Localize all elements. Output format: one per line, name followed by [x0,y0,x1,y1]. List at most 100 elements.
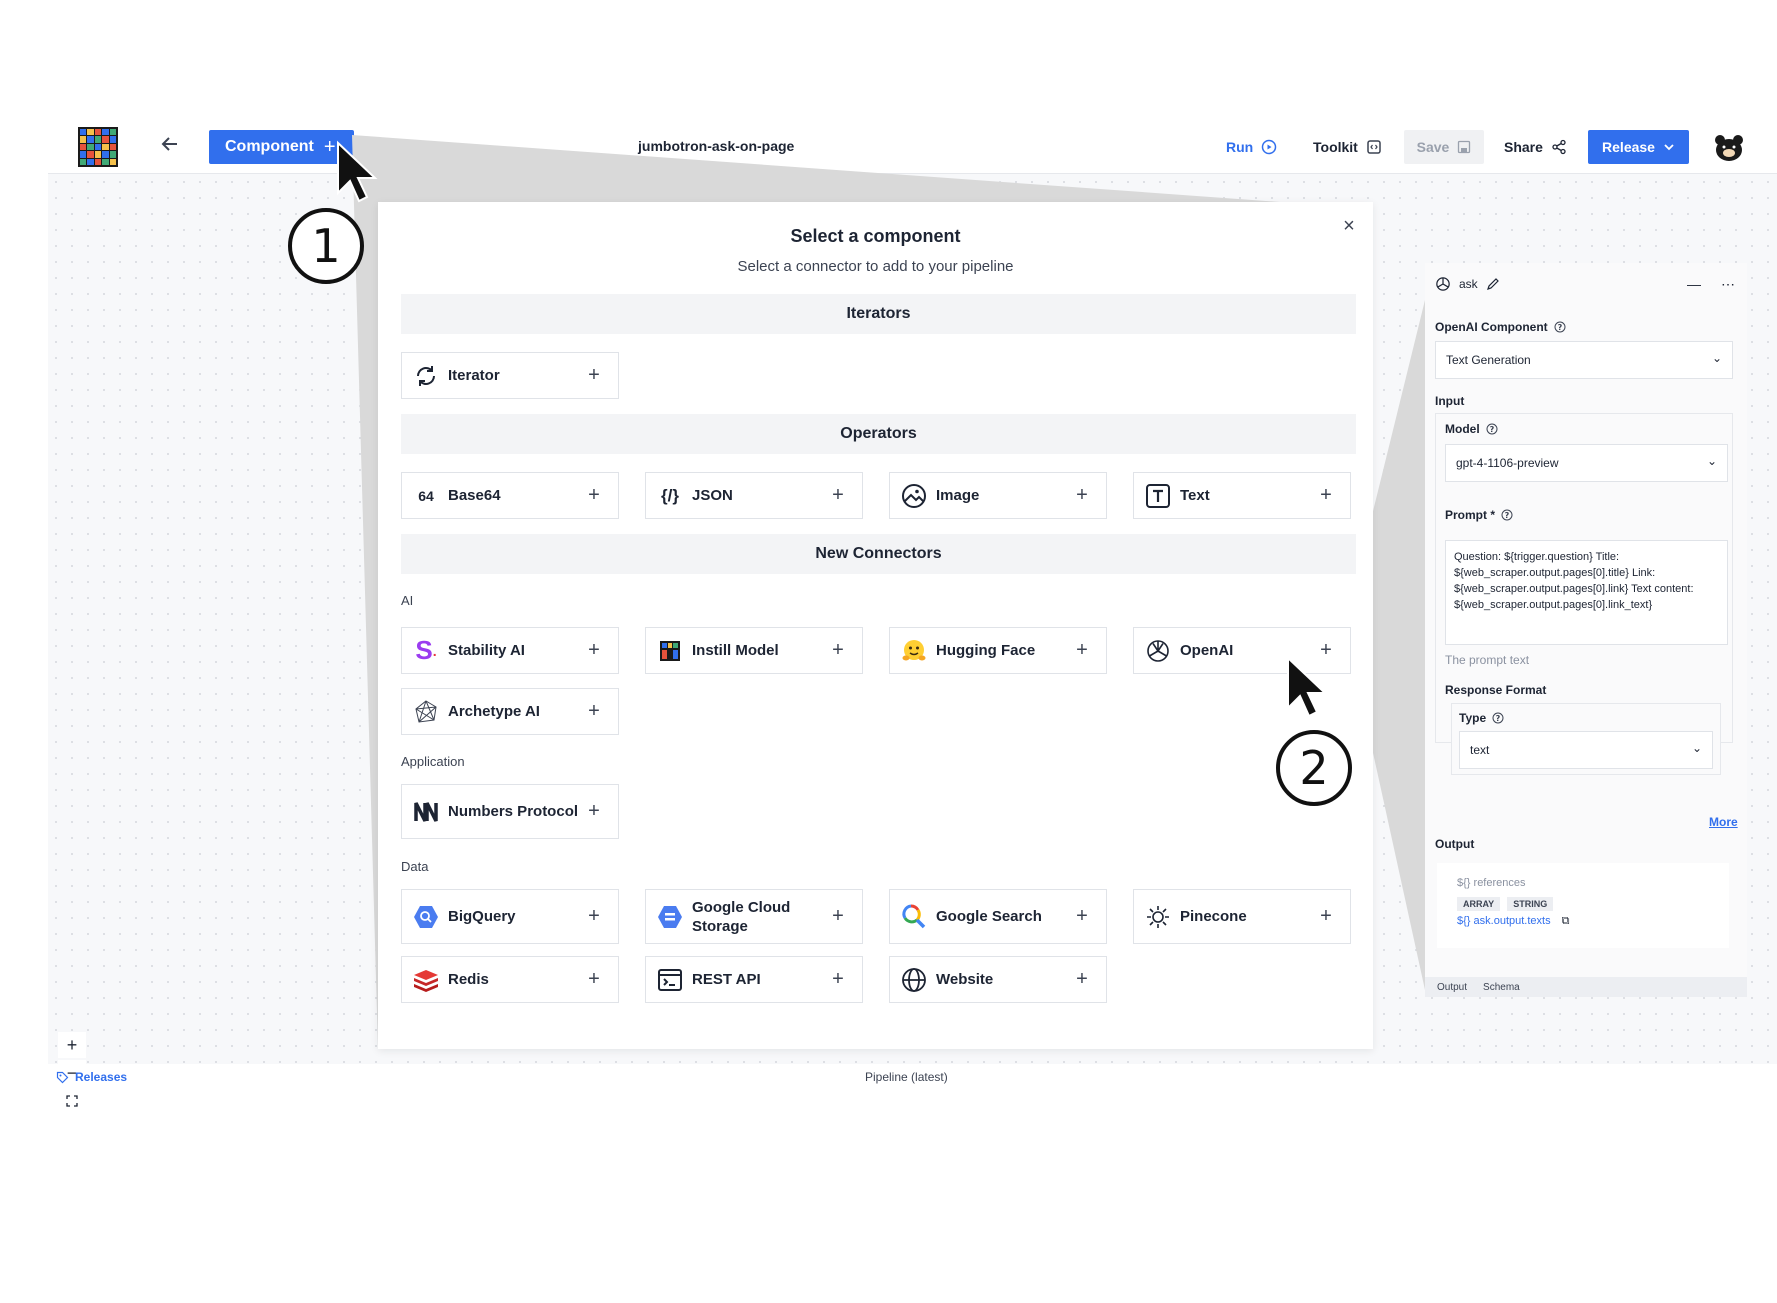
variable-icon: ${} [1457,915,1471,927]
help-icon: ? [1501,509,1513,521]
component-card-rest-api[interactable]: REST API + [645,956,863,1003]
card-label: Numbers Protocol [448,803,579,820]
card-label: Iterator [448,367,500,384]
group-label-ai: AI [401,593,414,608]
hugging-face-icon [900,637,928,665]
google-search-icon [900,903,928,931]
component-card-json[interactable]: {/} JSON + [645,472,863,519]
redis-icon [412,966,440,994]
image-icon [900,482,928,510]
stability-ai-icon: S. [415,635,437,665]
card-label: Image [936,487,980,504]
dialog-subtitle: Select a connector to add to your pipeli… [737,258,1014,275]
base64-icon: 64 [418,487,434,504]
globe-icon [900,966,928,994]
component-card-image[interactable]: Image + [889,472,1107,519]
component-card-text[interactable]: Text + [1133,472,1351,519]
svg-text:?: ? [1489,425,1494,434]
group-label-application: Application [401,754,465,769]
component-card-archetype-ai[interactable]: Archetype AI + [401,688,619,735]
component-card-bigquery[interactable]: BigQuery + [401,889,619,944]
help-icon: ? [1554,321,1566,333]
openai-icon [1436,277,1450,291]
tag-string: STRING [1507,897,1554,911]
card-label: Instill Model [692,642,779,659]
plus-icon: + [1320,905,1332,927]
instill-model-icon [656,637,684,665]
card-label: Redis [448,971,489,988]
prompt-hint: The prompt text [1445,653,1530,667]
type-label: Type ? [1459,711,1504,725]
tab-output[interactable]: Output [1437,982,1467,993]
model-label-text: Model [1445,422,1480,436]
component-card-pinecone[interactable]: Pinecone + [1133,889,1351,944]
card-label: Base64 [448,487,501,504]
plus-icon: + [588,800,600,822]
plus-icon: + [588,700,600,722]
tag-array: ARRAY [1457,897,1501,911]
card-label: BigQuery [448,908,516,925]
section-operators: Operators [401,414,1356,454]
component-card-website[interactable]: Website + [889,956,1107,1003]
component-card-hugging-face[interactable]: Hugging Face + [889,627,1107,674]
section-new-connectors: New Connectors [401,534,1356,574]
references-row: ${} references [1457,877,1709,889]
plus-icon: + [588,364,600,386]
close-icon[interactable]: × [1339,216,1359,236]
minimize-icon[interactable]: — [1687,276,1701,292]
pinecone-icon [1144,903,1172,931]
response-format-label: Response Format [1445,683,1547,697]
component-card-instill-model[interactable]: Instill Model + [645,627,863,674]
component-card-stability-ai[interactable]: S. Stability AI + [401,627,619,674]
plus-icon: + [1320,484,1332,506]
component-card-numbers-protocol[interactable]: Numbers Protocol + [401,784,619,839]
component-card-redis[interactable]: Redis + [401,956,619,1003]
group-label-data: Data [401,859,429,874]
card-label: Stability AI [448,642,525,659]
plus-icon: + [832,484,844,506]
plus-icon: + [1076,639,1088,661]
bigquery-icon [412,903,440,931]
google-cloud-storage-icon [656,903,684,931]
output-reference[interactable]: ${} ask.output.texts ⧉ [1457,915,1709,928]
prompt-textarea[interactable]: Question: ${trigger.question} Title: ${w… [1445,540,1728,645]
more-options-icon[interactable]: ⋯ [1721,276,1735,293]
model-select[interactable]: gpt-4-1106-preview ⌄ [1445,444,1728,482]
pencil-icon[interactable] [1486,277,1500,291]
dialog-title: Select a component [790,226,961,246]
section-iterators: Iterators [401,294,1356,334]
output-card: ${} references ARRAY STRING ${} ask.outp… [1437,863,1729,948]
component-card-iterator[interactable]: Iterator + [401,352,619,399]
terminal-icon [656,966,684,994]
help-icon: ? [1486,423,1498,435]
cursor-icon [1287,655,1328,718]
prompt-label: Prompt * ? [1445,508,1513,522]
component-card-google-cloud-storage[interactable]: Google Cloud Storage + [645,889,863,944]
plus-icon: + [588,905,600,927]
braces-icon: {/} [661,485,679,505]
more-link[interactable]: More [1709,815,1738,829]
type-label-text: Type [1459,711,1487,725]
numbers-protocol-icon [412,798,440,826]
plus-icon: + [1076,968,1088,990]
openai-icon [1144,637,1172,665]
component-label-text: OpenAI Component [1435,320,1548,334]
component-select[interactable]: Text Generation ⌄ [1435,341,1733,379]
copy-icon[interactable]: ⧉ [1562,915,1570,927]
tab-schema[interactable]: Schema [1483,982,1520,993]
model-label: Model ? [1445,422,1498,436]
component-card-base64[interactable]: 64 Base64 + [401,472,619,519]
component-card-google-search[interactable]: Google Search + [889,889,1107,944]
step-marker-one: 1 [288,208,364,284]
archetype-ai-icon [412,698,440,726]
card-label: Hugging Face [936,642,1036,659]
output-tags: ARRAY STRING [1457,897,1709,911]
chevron-down-icon: ⌄ [1706,454,1717,468]
output-label: Output [1435,837,1475,851]
cursor-icon [337,140,378,203]
component-select-value: Text Generation [1446,353,1531,367]
references-label: references [1473,877,1526,889]
plus-icon: + [832,639,844,661]
card-label: Text [1180,487,1210,504]
type-select[interactable]: text ⌄ [1459,731,1713,769]
